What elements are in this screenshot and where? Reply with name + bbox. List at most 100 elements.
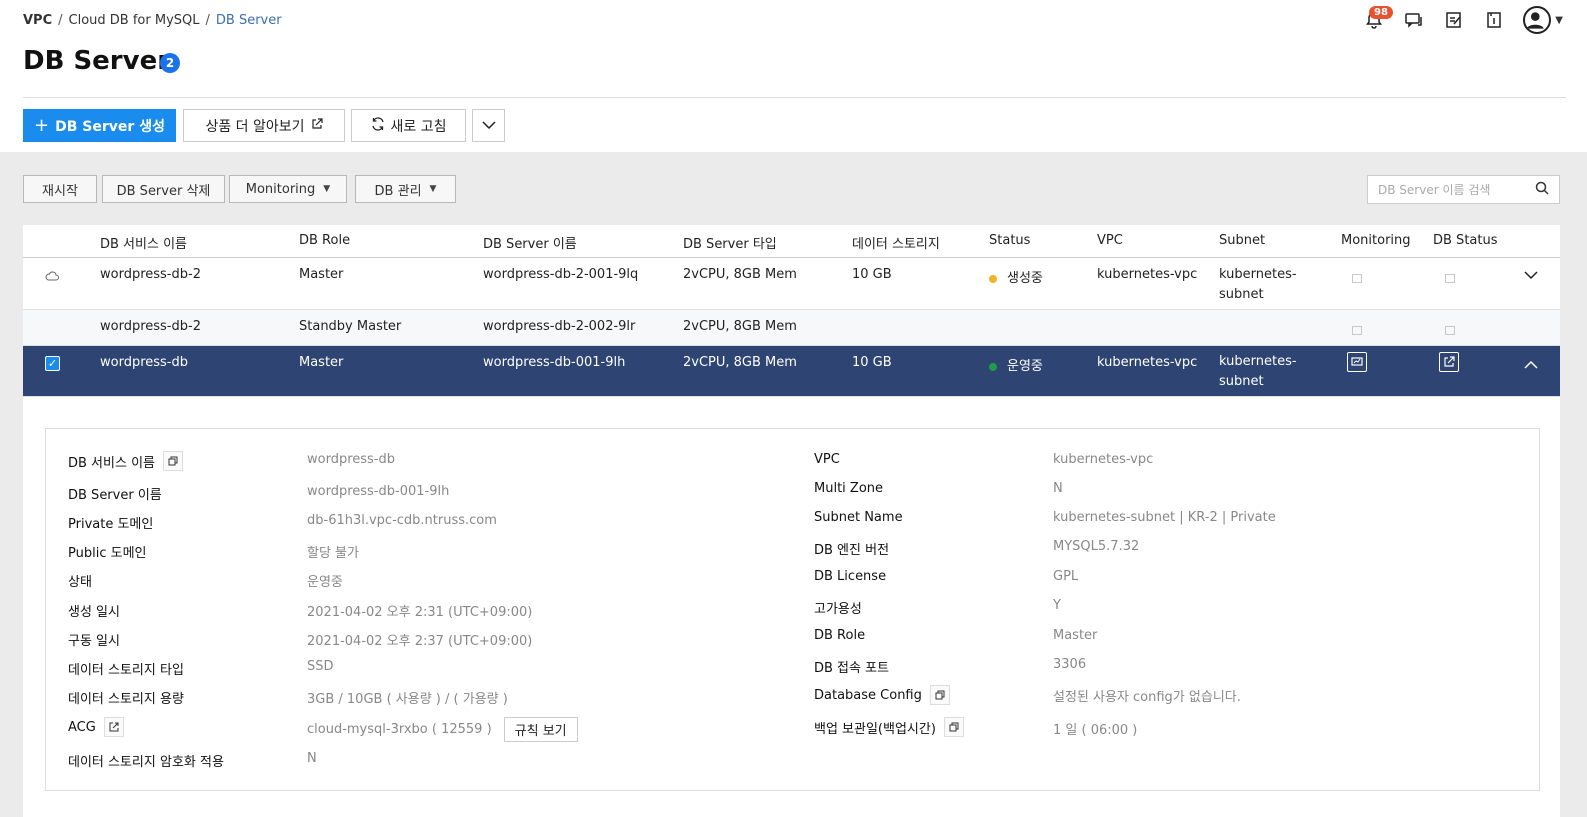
storage: 10 GB [852,355,892,370]
detail-value: wordpress-db [307,452,396,467]
status-dot [989,362,997,371]
view-rules-button[interactable]: 규칙 보기 [503,717,578,742]
table-row[interactable]: wordpress-db-2 Standby Master wordpress-… [23,310,1560,346]
column-header: Subnet [1219,233,1266,248]
detail-label: DB License [814,569,887,584]
detail-label: Public 도메인 [68,546,147,561]
refresh-label: 새로 고침 [390,118,447,135]
vpc-name: kubernetes-vpc [1097,267,1198,282]
server-name: wordpress-db-001-9lh [483,355,626,370]
detail-value: 1 일 ( 06:00 ) [1053,723,1138,738]
restart-label: 재시작 [42,183,78,199]
refresh-button[interactable]: 새로 고침 [351,109,466,142]
detail-label: Private 도메인 [68,517,154,532]
detail-value: 할당 불가 [307,546,359,561]
page-title: DB Server [23,46,171,76]
column-header: DB Role [299,233,351,248]
column-header: Monitoring [1341,233,1411,248]
delete-db-server-button[interactable]: DB Server 삭제 [102,175,225,203]
detail-label-text: DB 서비스 이름 [68,455,155,471]
detail-label: DB 접속 포트 [814,661,890,676]
restart-button[interactable]: 재시작 [23,175,97,203]
service-name: wordpress-db-2 [100,267,201,282]
chevron-up-icon[interactable] [1524,359,1538,374]
detail-value: Master [1053,628,1098,643]
db-role: Master [299,267,344,282]
chevron-down-icon[interactable] [1524,269,1538,284]
more-dropdown-button[interactable] [472,109,505,142]
breadcrumb-cloud-db[interactable]: Cloud DB for MySQL [69,13,200,28]
detail-label: 데이터 스토리지 타입 [68,663,184,678]
copy-icon[interactable] [163,451,183,471]
detail-label-text: 백업 보관일(백업시간) [814,721,936,737]
server-name: wordpress-db-2-002-9lr [483,319,636,334]
user-menu-caret-icon[interactable]: ▼ [1555,15,1563,26]
detail-value: 운영중 [307,575,343,590]
detail-label: 데이터 스토리지 암호화 적용 [68,755,224,770]
search-input[interactable]: DB Server 이름 검색 [1367,175,1560,204]
detail-value: N [1053,481,1063,496]
detail-value: kubernetes-subnet | KR-2 | Private [1053,510,1276,525]
detail-label: 생성 일시 [68,605,120,620]
status-text: 운영중 [1007,359,1043,374]
subnet-line-1: kubernetes- [1219,354,1297,369]
monitoring-dropdown[interactable]: Monitoring ▼ [229,175,347,203]
user-avatar-icon[interactable] [1523,6,1552,34]
monitoring-icon[interactable] [1347,352,1367,375]
copy-icon[interactable] [943,717,964,737]
external-link-icon[interactable] [103,717,124,737]
breadcrumb-db-server[interactable]: DB Server [216,13,282,28]
detail-label: 고가용성 [814,602,862,617]
create-db-server-button[interactable]: + DB Server 생성 [23,109,176,142]
caret-down-icon: ▼ [429,184,437,194]
detail-value: Y [1053,598,1061,613]
vpc-name: kubernetes-vpc [1097,355,1198,370]
row-checkbox[interactable]: ✓ [45,356,60,371]
column-header: DB Server 이름 [483,237,577,252]
service-name: wordpress-db [100,355,189,370]
detail-label: 구동 일시 [68,634,120,649]
db-manage-dropdown[interactable]: DB 관리 ▼ [355,175,456,203]
detail-value: N [307,751,317,766]
column-header: VPC [1097,233,1123,248]
column-header: Status [989,233,1031,248]
monitoring-icon[interactable] [1352,272,1362,287]
server-name: wordpress-db-2-001-9lq [483,267,639,282]
subnet-name: kubernetes- subnet [1219,352,1297,392]
external-link-icon [311,117,323,134]
detail-value: MYSQL5.7.32 [1053,539,1140,554]
search-icon[interactable] [1535,181,1549,198]
detail-panel-wrapper: DB 서비스 이름 DB Server 이름 Private 도메인 Publi… [23,397,1560,817]
table-row[interactable]: wordpress-db-2 Master wordpress-db-2-001… [23,258,1560,310]
subnet-line-2: subnet [1219,374,1264,389]
chevron-down-icon [481,118,496,134]
plus-icon: + [34,115,50,136]
detail-value: 3GB / 10GB ( 사용량 ) / ( 가용량 ) [307,692,508,707]
header-divider [23,97,1566,98]
table-row-selected[interactable]: ✓ wordpress-db Master wordpress-db-001-9… [23,346,1560,397]
db-status-icon[interactable] [1439,352,1459,375]
column-header: DB Status [1433,233,1498,248]
book-icon[interactable] [1483,9,1505,31]
breadcrumb-vpc[interactable]: VPC [23,13,52,28]
db-status-icon[interactable] [1445,272,1455,287]
detail-value: 3306 [1053,657,1087,672]
detail-value-acg: cloud-mysql-3rxbo ( 12559 ) 규칙 보기 [307,717,578,742]
refresh-icon [371,116,385,135]
detail-value: SSD [307,659,334,674]
detail-label: Multi Zone [814,481,884,496]
detail-label: 백업 보관일(백업시간) [814,717,964,737]
monitoring-icon[interactable] [1352,324,1362,339]
detail-label: DB 서비스 이름 [68,451,183,471]
monitoring-label: Monitoring [245,181,316,197]
db-status-icon[interactable] [1445,324,1455,339]
breadcrumb-separator: / [58,13,63,28]
copy-icon[interactable] [929,685,950,705]
db-manage-label: DB 관리 [374,183,422,199]
detail-label: Subnet Name [814,510,903,525]
breadcrumb-separator: / [205,13,210,28]
learn-more-button[interactable]: 상품 더 알아보기 [183,109,345,142]
chat-icon[interactable] [1403,9,1425,31]
detail-value: db-61h3l.vpc-cdb.ntruss.com [307,513,497,528]
note-icon[interactable] [1443,9,1465,31]
